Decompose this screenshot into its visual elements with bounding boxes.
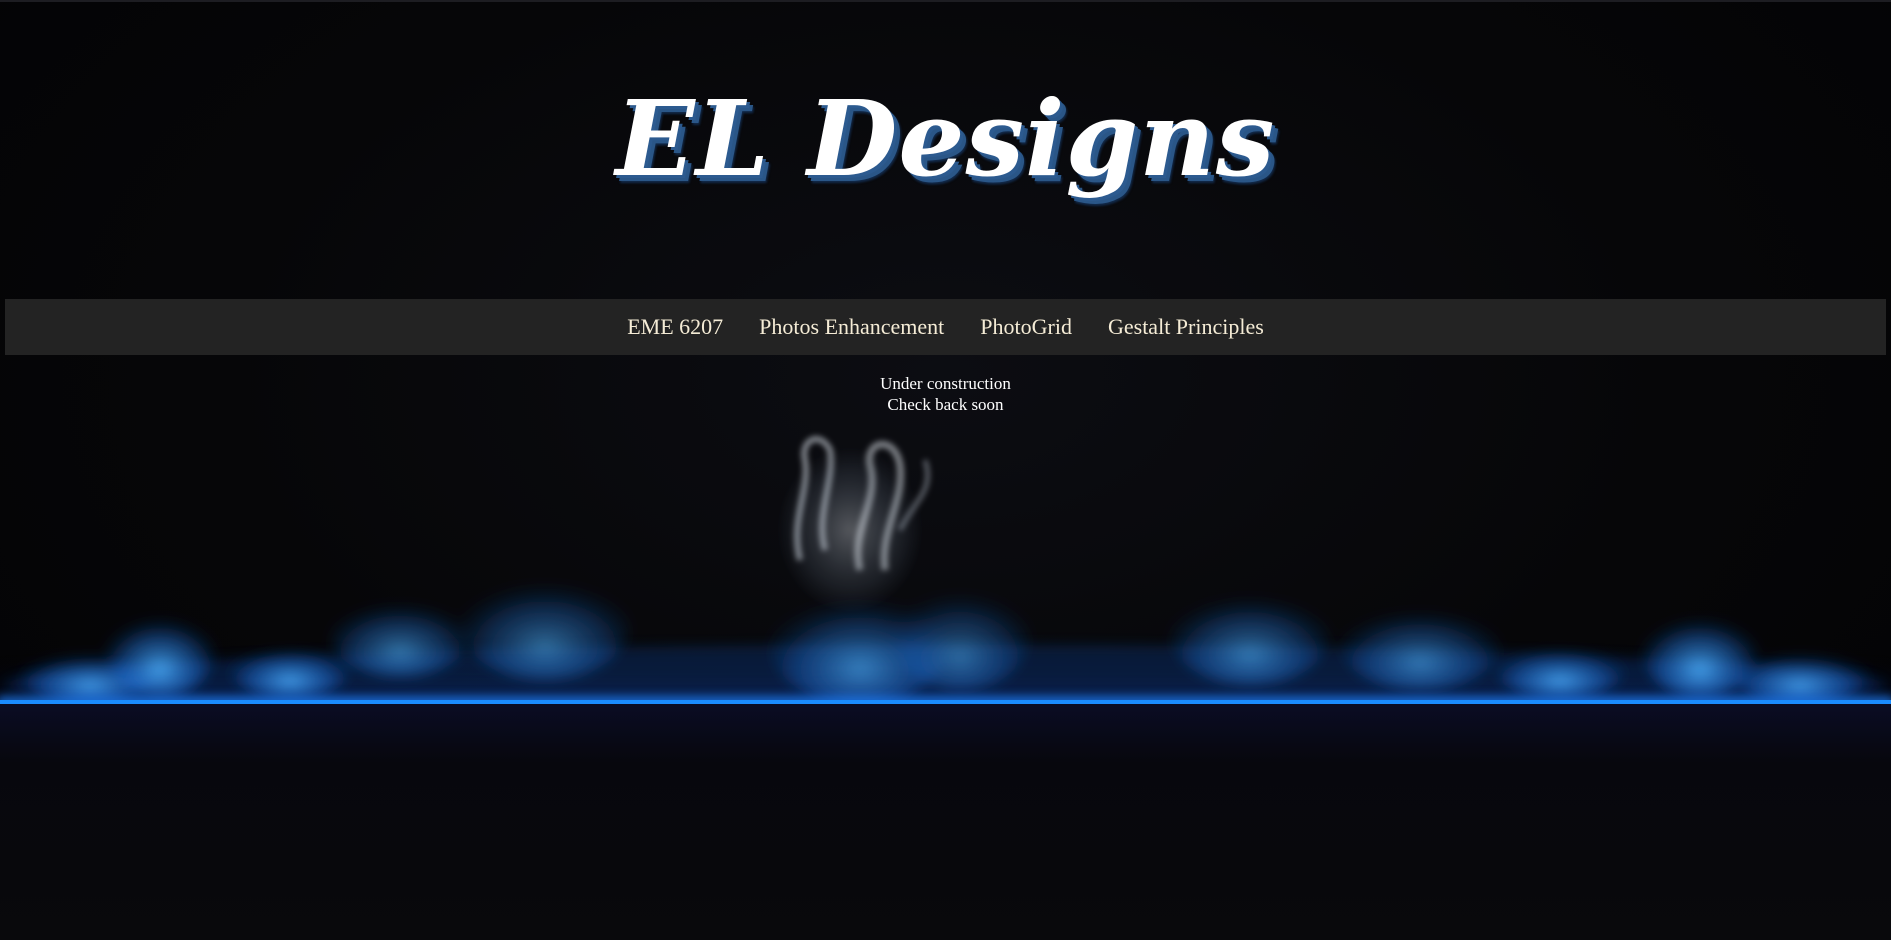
blue-smoke-background-image xyxy=(5,436,1885,720)
top-border xyxy=(0,0,1891,2)
notice-line-under-construction: Under construction xyxy=(880,374,1011,393)
page: EL Designs EME 6207 Photos Enhancement P… xyxy=(0,0,1891,940)
notice-line-check-back: Check back soon xyxy=(887,395,1004,414)
nav-item-eme-6207[interactable]: EME 6207 xyxy=(609,314,741,340)
nav-item-photos-enhancement[interactable]: Photos Enhancement xyxy=(741,314,962,340)
main-navigation: EME 6207 Photos Enhancement PhotoGrid Ge… xyxy=(5,299,1886,355)
construction-notice: Under construction Check back soon xyxy=(0,373,1891,415)
site-title: EL Designs xyxy=(615,77,1276,200)
nav-item-photogrid[interactable]: PhotoGrid xyxy=(962,314,1090,340)
nav-item-gestalt-principles[interactable]: Gestalt Principles xyxy=(1090,314,1282,340)
footer-dark-area xyxy=(0,704,1891,940)
